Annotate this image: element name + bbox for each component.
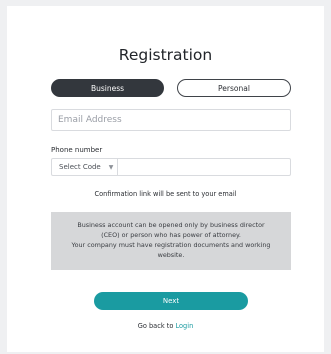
tab-business[interactable]: Business — [51, 79, 164, 97]
phone-number-input[interactable] — [118, 159, 290, 175]
notice-line: (CEO) or person who has power of attorne… — [101, 231, 241, 239]
email-field[interactable] — [51, 109, 291, 131]
page-title: Registration — [118, 46, 213, 64]
notice-line: Your company must have registration docu… — [71, 241, 271, 249]
country-code-value: Select Code — [59, 163, 101, 171]
tab-personal[interactable]: Personal — [177, 79, 291, 97]
chevron-down-icon: ▼ — [108, 163, 114, 171]
login-link[interactable]: Login — [175, 322, 193, 330]
phone-number-row: Select Code ▼ — [51, 158, 291, 176]
notice-line: Business account can be opened only by b… — [77, 221, 265, 229]
account-type-tabs: Business Personal — [51, 79, 291, 99]
registration-card: Registration Business Personal Phone num… — [7, 6, 324, 352]
notice-line: website. — [157, 251, 185, 259]
next-button[interactable]: Next — [94, 292, 248, 310]
go-back-label: Go back to — [137, 322, 174, 330]
phone-number-label: Phone number — [51, 146, 103, 154]
country-code-select[interactable]: Select Code ▼ — [52, 159, 118, 175]
business-account-notice: Business account can be opened only by b… — [51, 212, 291, 270]
go-back-text: Go back to Login — [7, 322, 324, 330]
confirmation-text: Confirmation link will be sent to your e… — [94, 190, 237, 198]
